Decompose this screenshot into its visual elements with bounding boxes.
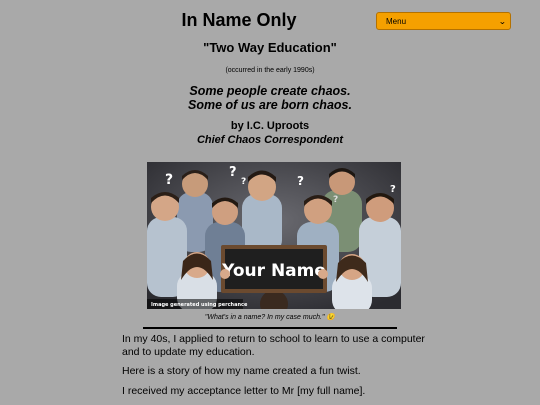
paragraph: I received my acceptance letter to Mr [m… — [122, 384, 366, 397]
chevron-down-icon: ⌄ — [498, 16, 507, 26]
menu-dropdown-label: Menu — [386, 16, 407, 26]
byline: by I.C. Uproots Chief Chaos Corresponden… — [0, 120, 540, 147]
svg-text:?: ? — [297, 174, 304, 188]
sign-text: Your Name — [221, 261, 326, 281]
menu-dropdown[interactable]: Menu ⌄ — [376, 12, 511, 30]
tagline-line-1: Some people create chaos. — [189, 84, 351, 98]
author-name: by I.C. Uproots — [230, 120, 310, 132]
hero-image: ? ? ? ? ? ? Your Name Image generated us… — [147, 162, 401, 309]
tagline-line-2: Some of us are born chaos. — [188, 98, 352, 112]
paragraph: Here is a story of how my name created a… — [122, 365, 361, 377]
paragraph: In my 40s, I applied to return to school… — [122, 333, 425, 358]
section-divider — [143, 327, 397, 329]
image-caption: "What's in a name? In my case much." 😉 — [204, 314, 336, 321]
svg-text:?: ? — [229, 165, 237, 180]
svg-text:?: ? — [241, 177, 246, 187]
article-title: "Two Way Education" — [203, 40, 337, 55]
svg-text:?: ? — [333, 195, 338, 205]
author-role: Chief Chaos Correspondent — [196, 133, 344, 146]
image-watermark: Image generated using perchance — [151, 302, 248, 308]
hero-illustration: ? ? ? ? ? ? Your Name Image generated us… — [147, 162, 401, 309]
svg-text:?: ? — [165, 172, 173, 188]
page: In Name Only Menu ⌄ "Two Way Education" … — [0, 0, 540, 405]
svg-text:?: ? — [390, 184, 396, 195]
name-sign: Your Name — [220, 245, 328, 293]
tagline: Some people create chaos. Some of us are… — [0, 84, 540, 112]
article-body: In my 40s, I applied to return to school… — [122, 333, 432, 404]
date-note: (occurred in the early 1990s) — [225, 67, 315, 74]
